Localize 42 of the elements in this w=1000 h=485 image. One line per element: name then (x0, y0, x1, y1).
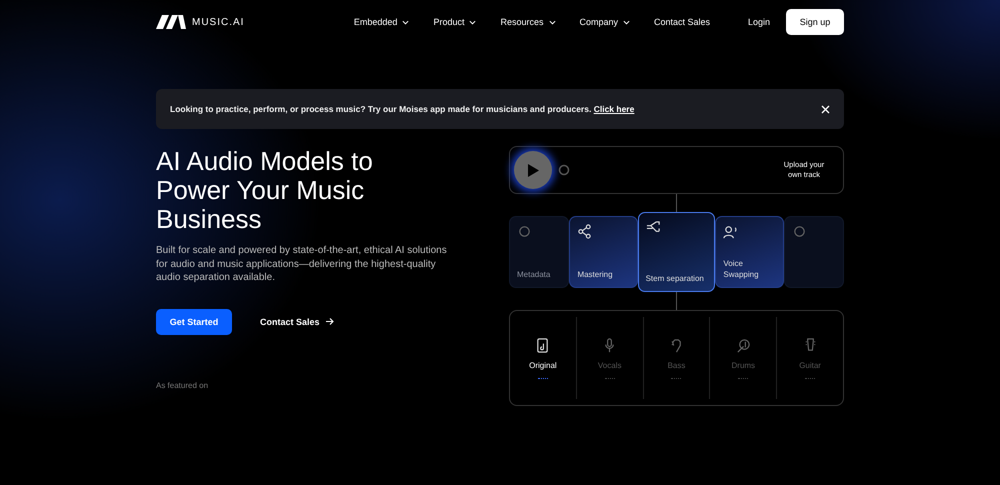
logo-icon (156, 15, 186, 29)
get-started-button[interactable]: Get Started (156, 308, 232, 334)
banner-link[interactable]: Click here (594, 104, 634, 114)
nav-link[interactable]: Company (580, 17, 630, 27)
model-label: Voice Swapping (723, 258, 760, 280)
model-label: Metadata (517, 269, 552, 280)
model-icon (517, 224, 532, 239)
nav-link[interactable]: Contact Sales (654, 17, 710, 27)
close-button[interactable] (821, 104, 830, 114)
model-card[interactable]: Mastering (569, 216, 638, 288)
sign-up-button[interactable]: Sign up (786, 9, 844, 35)
stem-icon (535, 338, 550, 352)
model-icon (723, 224, 738, 239)
nav-link[interactable]: Resources (500, 17, 556, 27)
contact-sales-link[interactable]: Contact Sales (260, 316, 334, 326)
model-icon (577, 224, 592, 239)
hero-subtitle: Built for scale and powered by state-of-the-art, ethical AI solutions for audio and music applications—delivering the highest-quality audio separation available. (156, 244, 448, 284)
chevron-down-icon (469, 20, 476, 24)
model-card[interactable]: Voice Swapping (715, 216, 784, 288)
brand-name: MUSIC.AI (192, 16, 244, 28)
banner-text: Looking to practice, perform, or process music? Try our Moises app made for musicians and producers. Click here (170, 104, 634, 114)
chevron-down-icon (623, 20, 630, 24)
arrow-right-icon (326, 318, 334, 325)
login-link[interactable]: Login (748, 17, 770, 27)
loading-ring-icon (558, 164, 570, 176)
model-label: Stem separation (646, 273, 705, 284)
model-card[interactable]: Metadata (509, 216, 570, 288)
stem-tab[interactable]: Original (529, 360, 557, 370)
model-icon (792, 224, 807, 239)
stem-icon (736, 338, 751, 352)
model-label: Mastering (577, 269, 614, 280)
nav-link[interactable]: Product (433, 17, 476, 27)
chevron-down-icon (548, 20, 556, 24)
model-card[interactable]: Stem separation (638, 212, 716, 292)
play-icon (527, 164, 539, 176)
hero-title: AI Audio Models to Power Your Music Business (156, 147, 374, 234)
close-icon (821, 104, 830, 114)
play-button[interactable] (514, 151, 552, 189)
chevron-down-icon (402, 20, 410, 24)
featured-label: As featured on (156, 380, 210, 390)
nav-link[interactable]: Embedded (354, 17, 410, 27)
model-icon (646, 220, 661, 235)
